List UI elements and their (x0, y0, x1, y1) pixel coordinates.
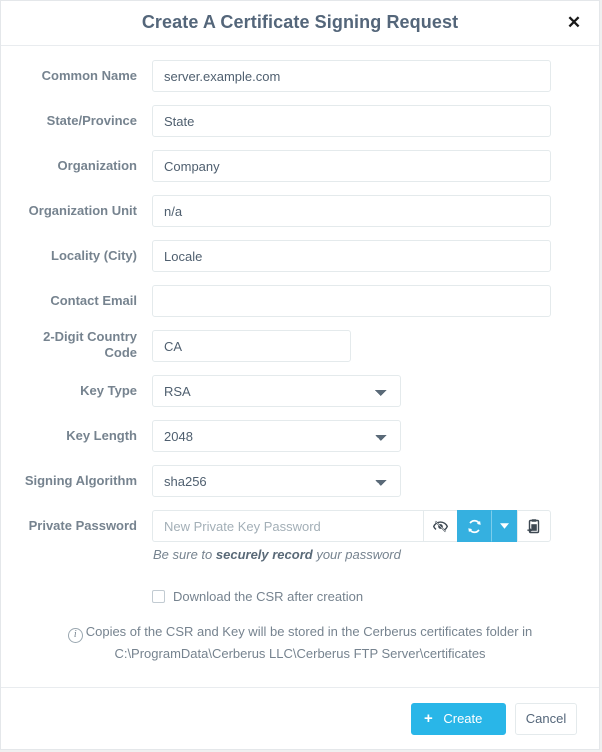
label-country-code: 2-Digit Country Code (1, 329, 137, 361)
storage-note-line2: C:\ProgramData\Cerberus LLC\Cerberus FTP… (114, 646, 486, 661)
field-row-common-name: Common Name (1, 60, 599, 92)
private-password-input[interactable] (152, 510, 423, 542)
create-button[interactable]: + Create (411, 702, 506, 735)
field-row-country-code: 2-Digit Country Code (1, 329, 599, 362)
field-row-key-type: Key Type RSA (1, 375, 599, 407)
plus-icon: + (424, 710, 433, 727)
dialog-footer: + Create Cancel (1, 687, 599, 749)
generate-password-options-button[interactable] (491, 510, 517, 542)
field-row-organization: Organization (1, 150, 599, 182)
private-password-input-group (152, 510, 551, 542)
label-key-type: Key Type (80, 383, 137, 398)
label-key-length: Key Length (66, 428, 137, 443)
locality-input[interactable] (152, 240, 551, 272)
create-button-label: Create (443, 711, 483, 726)
signing-algorithm-select[interactable]: sha256 (152, 465, 401, 497)
field-row-key-length: Key Length 2048 (1, 420, 599, 452)
contact-email-input[interactable] (152, 285, 551, 317)
key-length-select[interactable]: 2048 (152, 420, 401, 452)
label-country-code-line2: Code (104, 345, 138, 360)
label-state-province: State/Province (46, 113, 137, 128)
field-row-organization-unit: Organization Unit (1, 195, 599, 227)
state-province-input[interactable] (152, 105, 551, 137)
label-common-name: Common Name (41, 68, 137, 83)
download-csr-label: Download the CSR after creation (173, 589, 364, 604)
toggle-password-visibility-button[interactable] (423, 510, 457, 542)
dialog-body: Common Name State/Province Organization … (1, 46, 599, 687)
close-icon[interactable]: ✕ (561, 10, 587, 36)
dialog-title: Create A Certificate Signing Request (141, 12, 459, 32)
organization-input[interactable] (152, 150, 551, 182)
password-hint-bold: securely record (215, 547, 313, 562)
common-name-input[interactable] (152, 60, 551, 92)
password-hint: Be sure to securely record your password (153, 547, 401, 562)
field-row-contact-email: Contact Email (1, 285, 599, 317)
cancel-button[interactable]: Cancel (515, 702, 577, 735)
field-row-locality: Locality (City) (1, 240, 599, 272)
label-signing-algorithm: Signing Algorithm (24, 473, 137, 488)
password-hint-before: Be sure to (153, 547, 216, 562)
country-code-input[interactable] (152, 330, 351, 362)
label-locality: Locality (City) (51, 248, 137, 263)
dialog-header: Create A Certificate Signing Request ✕ (1, 1, 599, 46)
clipboard-paste-icon (527, 518, 540, 533)
key-type-select[interactable]: RSA (152, 375, 401, 407)
storage-note: i Copies of the CSR and Key will be store… (25, 621, 575, 665)
label-country-code-line1: 2-Digit Country (43, 329, 137, 344)
download-csr-checkbox-row[interactable]: Download the CSR after creation (152, 589, 363, 604)
field-row-state-province: State/Province (1, 105, 599, 137)
storage-note-line1: Copies of the CSR and Key will be stored… (85, 624, 533, 639)
download-csr-checkbox[interactable] (152, 590, 165, 603)
field-row-signing-algorithm: Signing Algorithm sha256 (1, 465, 599, 497)
info-circle-icon: i (67, 628, 83, 643)
eye-slash-icon (433, 520, 448, 532)
password-hint-after: your password (312, 547, 401, 562)
field-row-private-password: Private Password (1, 510, 599, 542)
create-csr-dialog: Create A Certificate Signing Request ✕ C… (0, 0, 600, 750)
label-organization: Organization (57, 158, 137, 173)
label-private-password: Private Password (28, 518, 137, 533)
generate-password-button[interactable] (457, 510, 491, 542)
organization-unit-input[interactable] (152, 195, 551, 227)
refresh-icon (468, 519, 481, 533)
label-organization-unit: Organization Unit (28, 203, 137, 218)
copy-password-button[interactable] (517, 510, 551, 542)
label-contact-email: Contact Email (50, 293, 137, 308)
caret-down-icon (500, 523, 509, 529)
